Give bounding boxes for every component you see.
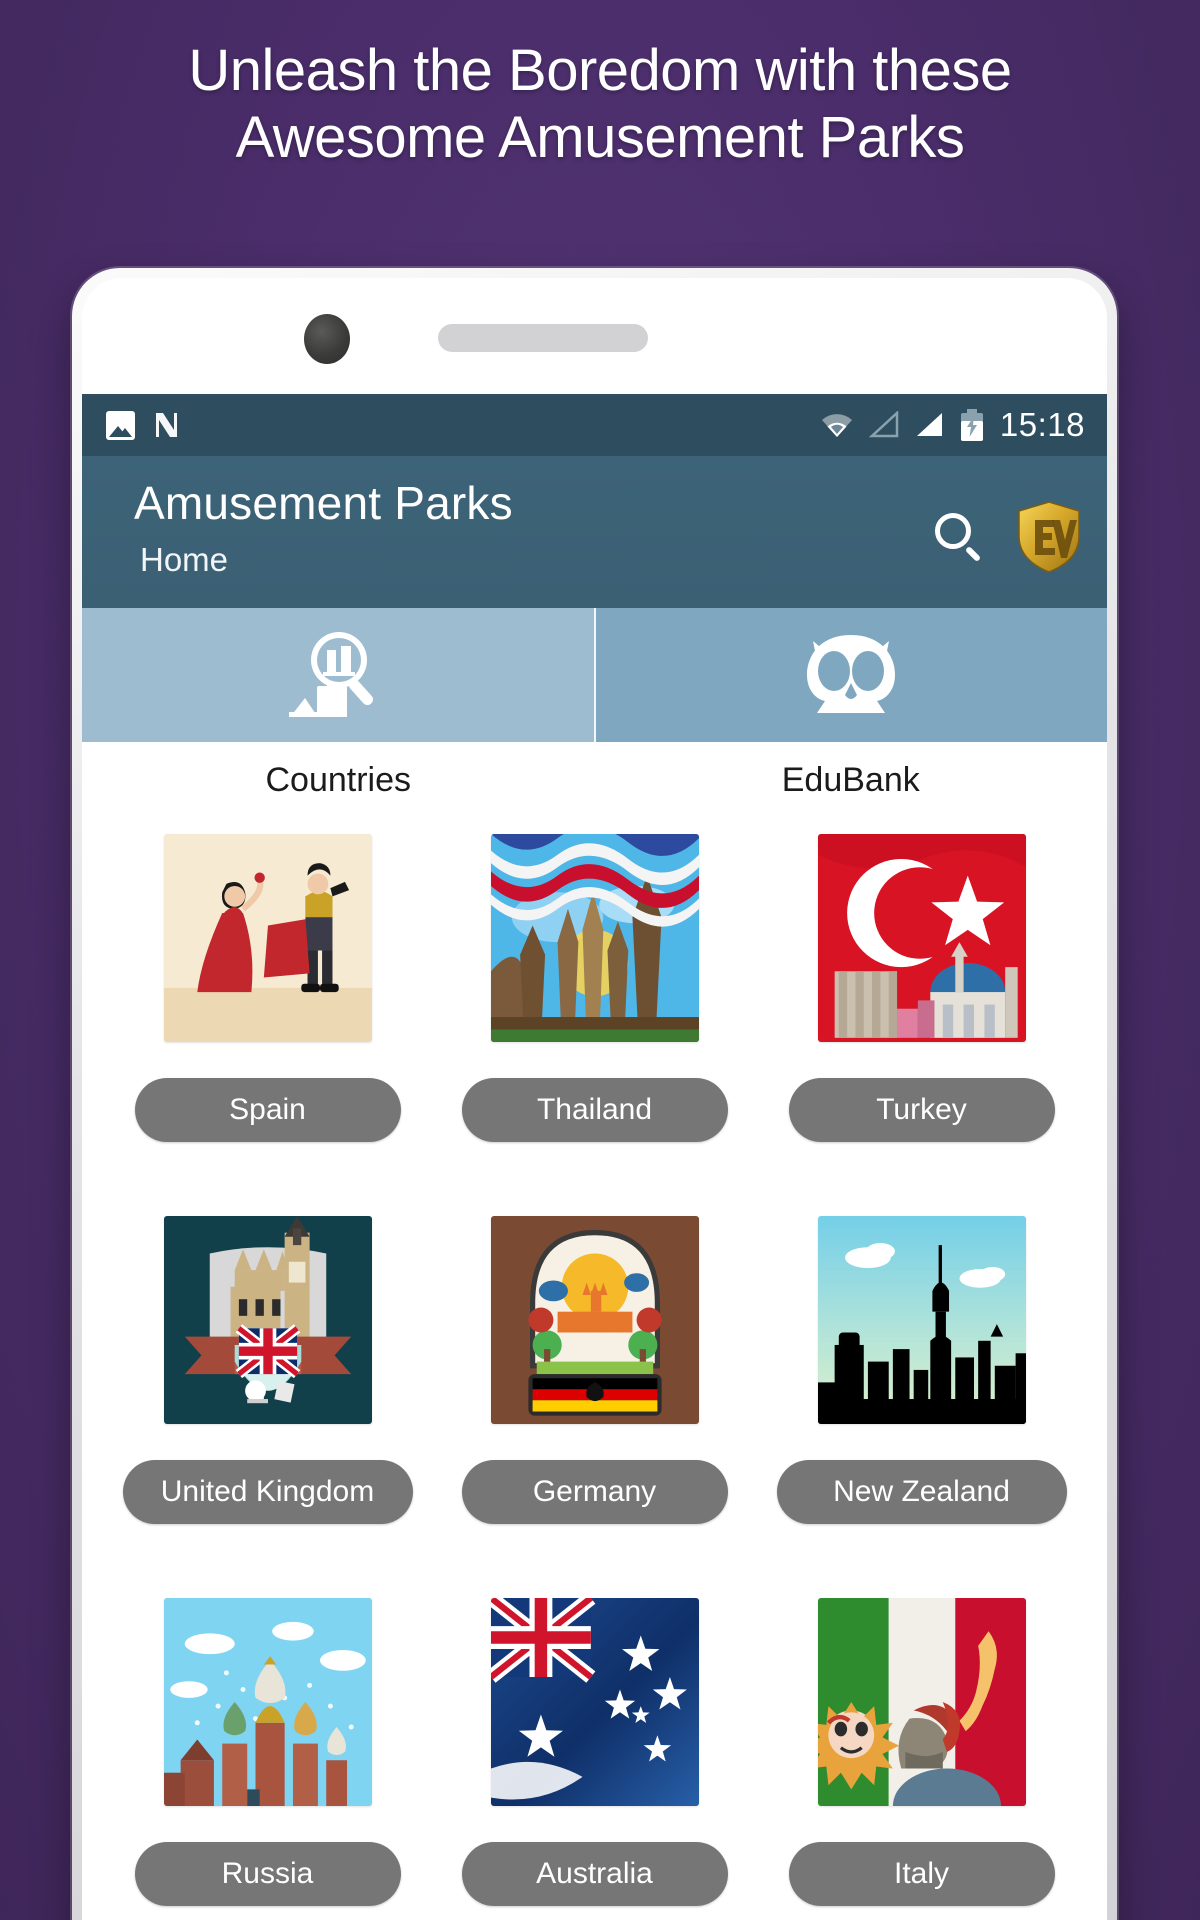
tab-label-row: Countries EduBank bbox=[82, 742, 1107, 818]
tab-label-edubank[interactable]: EduBank bbox=[595, 742, 1108, 818]
australia-flag-thumbnail[interactable] bbox=[490, 1598, 699, 1806]
signal-empty-icon bbox=[868, 411, 899, 438]
tab-bar bbox=[82, 608, 1107, 742]
spain-flamenco-matador-thumbnail[interactable] bbox=[163, 834, 372, 1042]
country-label-germany[interactable]: Germany bbox=[461, 1460, 728, 1524]
country-card-thailand[interactable]: Thailand bbox=[431, 834, 758, 1142]
country-card-united-kingdom[interactable]: United Kingdom bbox=[104, 1216, 431, 1524]
app-bar-titles: Amusement Parks Home bbox=[134, 474, 933, 579]
row-spacer bbox=[104, 1524, 1085, 1598]
country-row: Spain Thailand Turkey bbox=[104, 834, 1085, 1142]
phone-frame: 15:18 Amusement Parks Home Countries Edu… bbox=[72, 268, 1117, 1920]
country-label-russia[interactable]: Russia bbox=[134, 1842, 401, 1906]
country-grid: Spain Thailand Turkey United Kingdom Ger… bbox=[82, 818, 1107, 1906]
phone-screen-bezel: 15:18 Amusement Parks Home Countries Edu… bbox=[82, 278, 1107, 1920]
ev-shield-logo-icon[interactable] bbox=[1015, 500, 1083, 574]
new-zealand-skyline-thumbnail[interactable] bbox=[817, 1216, 1026, 1424]
country-row: United Kingdom Germany New Zealand bbox=[104, 1216, 1085, 1524]
status-bar: 15:18 bbox=[82, 394, 1107, 456]
front-camera-dot-icon bbox=[304, 314, 350, 364]
owl-icon bbox=[807, 635, 896, 713]
search-icon-handle bbox=[964, 545, 982, 563]
nova-launcher-icon bbox=[156, 413, 177, 437]
page-title: Amusement Parks bbox=[134, 477, 513, 529]
battery-charging-icon bbox=[960, 409, 983, 441]
tab-edubank[interactable] bbox=[593, 608, 1107, 742]
italy-flag-mask-helmet-thumbnail[interactable] bbox=[817, 1598, 1026, 1806]
country-card-new-zealand[interactable]: New Zealand bbox=[758, 1216, 1085, 1524]
promo-headline: Unleash the Boredom with these Awesome A… bbox=[188, 38, 1012, 170]
row-spacer bbox=[104, 1142, 1085, 1216]
app-screen: 15:18 Amusement Parks Home Countries Edu… bbox=[82, 394, 1107, 1920]
status-bar-clock: 15:18 bbox=[999, 406, 1085, 443]
country-label-spain[interactable]: Spain bbox=[134, 1078, 401, 1142]
country-card-italy[interactable]: Italy bbox=[758, 1598, 1085, 1906]
wifi-icon bbox=[821, 414, 852, 437]
breadcrumb: Home bbox=[140, 540, 229, 578]
country-card-russia[interactable]: Russia bbox=[104, 1598, 431, 1906]
country-label-australia[interactable]: Australia bbox=[461, 1842, 728, 1906]
magnifier-city-icon bbox=[288, 632, 373, 717]
thailand-flag-temple-thumbnail[interactable] bbox=[490, 834, 699, 1042]
status-bar-right-icons: 15:18 bbox=[820, 406, 1085, 444]
country-card-turkey[interactable]: Turkey bbox=[758, 834, 1085, 1142]
turkey-flag-hagia-sophia-thumbnail[interactable] bbox=[817, 834, 1026, 1042]
country-label-turkey[interactable]: Turkey bbox=[788, 1078, 1055, 1142]
status-bar-left-icons bbox=[106, 410, 181, 440]
russia-saint-basils-thumbnail[interactable] bbox=[163, 1598, 372, 1806]
country-row: Russia Australia Italy bbox=[104, 1598, 1085, 1906]
germany-brandenburg-gate-flag-thumbnail[interactable] bbox=[490, 1216, 699, 1424]
country-card-spain[interactable]: Spain bbox=[104, 834, 431, 1142]
country-label-italy[interactable]: Italy bbox=[788, 1842, 1055, 1906]
search-icon[interactable] bbox=[933, 511, 985, 563]
country-label-united-kingdom[interactable]: United Kingdom bbox=[122, 1460, 413, 1524]
country-label-new-zealand[interactable]: New Zealand bbox=[776, 1460, 1067, 1524]
gallery-icon bbox=[106, 410, 135, 440]
tab-label-countries[interactable]: Countries bbox=[82, 742, 595, 818]
app-bar-actions bbox=[933, 474, 1083, 574]
country-label-thailand[interactable]: Thailand bbox=[461, 1078, 728, 1142]
earpiece-speaker-icon bbox=[438, 324, 648, 352]
app-bar: Amusement Parks Home bbox=[82, 456, 1107, 608]
uk-bigben-union-jack-thumbnail[interactable] bbox=[163, 1216, 372, 1424]
signal-full-icon bbox=[916, 413, 942, 436]
search-icon-ring bbox=[935, 513, 971, 549]
country-card-germany[interactable]: Germany bbox=[431, 1216, 758, 1524]
country-card-australia[interactable]: Australia bbox=[431, 1598, 758, 1906]
tab-countries[interactable] bbox=[82, 608, 594, 742]
